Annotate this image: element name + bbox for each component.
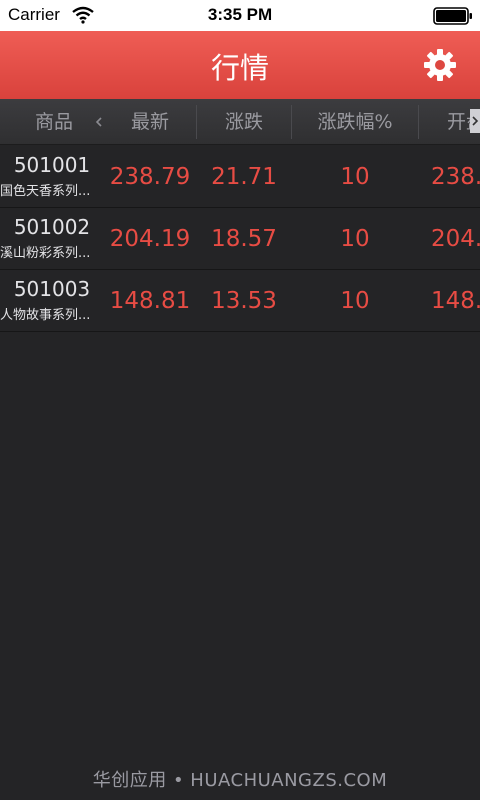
price-change: 13.53 xyxy=(211,288,277,314)
col-header-open[interactable]: 开盘 xyxy=(419,99,470,145)
status-time: 3:35 PM xyxy=(207,5,273,24)
open-price: 238.79 xyxy=(431,164,480,190)
col-header-change[interactable]: 涨跌 xyxy=(197,99,291,145)
product-code: 501001 xyxy=(13,153,91,177)
header-bar: 行情 xyxy=(0,31,480,99)
product-name: 溪山粉彩系列... xyxy=(0,246,91,261)
table-row[interactable]: 501001 国色天香系列... 238.79 21.71 10 238.79 xyxy=(0,146,480,208)
page-title: 行情 xyxy=(210,51,269,85)
col-header-latest[interactable]: 最新 xyxy=(104,99,196,145)
gear-icon[interactable] xyxy=(422,47,458,83)
product-code: 501002 xyxy=(13,215,91,239)
change-percent: 10 xyxy=(340,164,370,190)
latest-price: 148.81 xyxy=(109,288,191,314)
scroll-left-icon[interactable] xyxy=(94,114,104,130)
watermark: 华创应用 • HUACHUANGZS.COM xyxy=(92,770,388,791)
product-name: 人物故事系列... xyxy=(0,308,91,323)
battery-icon xyxy=(433,7,472,25)
change-percent: 10 xyxy=(340,288,370,314)
product-code: 501003 xyxy=(13,277,91,301)
status-bar: Carrier 3:35 PM xyxy=(0,0,480,31)
product-name: 国色天香系列... xyxy=(0,184,91,199)
price-change: 18.57 xyxy=(211,226,277,252)
table-row[interactable]: 501003 人物故事系列... 148.81 13.53 10 148.81 xyxy=(0,270,480,332)
scroll-right-icon[interactable] xyxy=(470,109,480,133)
change-percent: 10 xyxy=(340,226,370,252)
price-change: 21.71 xyxy=(211,164,277,190)
table-row[interactable]: 501002 溪山粉彩系列... 204.19 18.57 10 204.19 xyxy=(0,208,480,270)
open-price: 204.19 xyxy=(431,226,480,252)
col-header-change-pct[interactable]: 涨跌幅% xyxy=(292,99,418,145)
col-header-product[interactable]: 商品 xyxy=(0,99,108,145)
column-header: 商品 最新 涨跌 涨跌幅% 开盘 xyxy=(0,99,480,145)
latest-price: 204.19 xyxy=(109,226,191,252)
latest-price: 238.79 xyxy=(109,164,191,190)
open-price: 148.81 xyxy=(431,288,480,314)
